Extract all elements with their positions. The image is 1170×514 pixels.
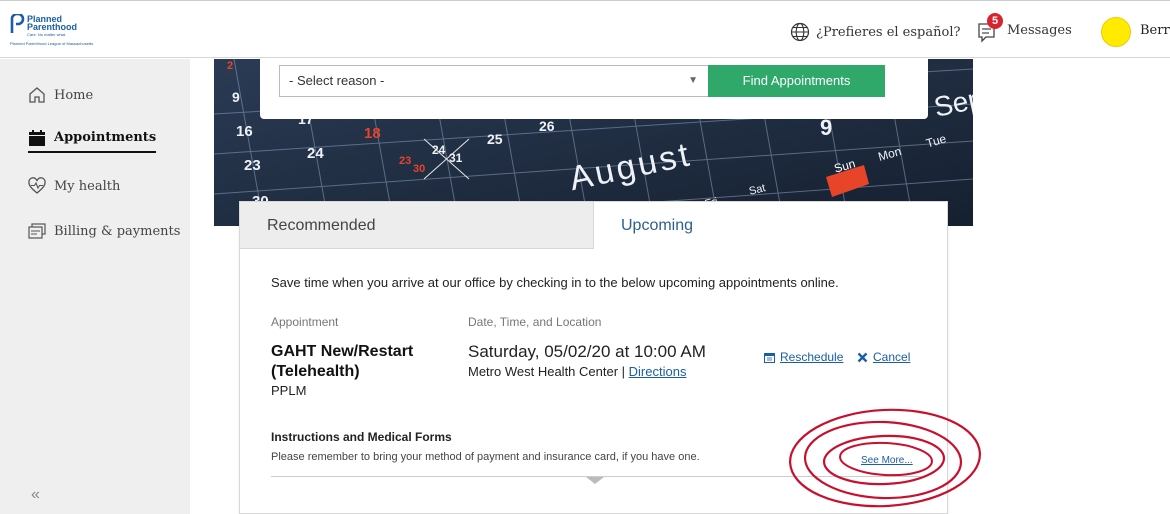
see-more-link[interactable]: See More... — [861, 455, 913, 466]
messages-link[interactable]: 5 Messages — [977, 13, 1072, 45]
hero-number: 31 — [449, 151, 463, 165]
hero-number: 24 — [307, 145, 324, 162]
sidebar-item-label: Billing & payments — [54, 223, 181, 239]
location-separator: | — [618, 364, 629, 379]
avatar[interactable] — [1101, 17, 1131, 47]
language-switch-label: ¿Prefieres el español? — [816, 24, 961, 40]
appointment-org: PPLM — [271, 383, 307, 398]
logo-line-2: Parenthood — [27, 22, 78, 32]
hero-number: 18 — [364, 125, 381, 142]
expand-caret-icon[interactable] — [586, 477, 604, 484]
hero-number: 16 — [236, 123, 253, 140]
hero-number: 9 — [232, 89, 240, 105]
find-appointments-button[interactable]: Find Appointments — [708, 65, 885, 97]
column-header-appointment: Appointment — [271, 315, 339, 329]
hero-number: 24 — [432, 143, 446, 157]
cancel-label: Cancel — [873, 350, 911, 364]
reschedule-link[interactable]: Reschedule — [764, 350, 843, 364]
top-header: Planned Parenthood Care. No matter what.… — [0, 0, 1170, 58]
hero-number: 26 — [539, 118, 555, 134]
sidebar-item-appointments[interactable]: Appointments — [28, 127, 157, 153]
checkin-intro-text: Save time when you arrive at our office … — [271, 275, 839, 290]
sidebar-item-home[interactable]: Home — [28, 82, 93, 108]
hero-number: 30 — [413, 163, 426, 175]
hero-number: 2 — [227, 60, 234, 72]
sidebar-item-my-health[interactable]: My health — [28, 173, 120, 199]
logo-mark-icon — [10, 14, 25, 33]
sidebar-item-label: My health — [54, 178, 121, 194]
tab-upcoming[interactable]: Upcoming — [594, 202, 947, 249]
sidebar-item-label: Appointments — [54, 130, 157, 145]
logo-tagline: Care. No matter what. — [27, 32, 67, 37]
messages-icon: 5 — [977, 13, 1003, 43]
messages-count-badge: 5 — [987, 13, 1003, 29]
hero-number: 23 — [399, 155, 412, 167]
planned-parenthood-logo[interactable]: Planned Parenthood Care. No matter what.… — [10, 14, 122, 50]
appointment-location: Metro West Health Center | Directions — [468, 364, 686, 379]
sidebar-collapse-button[interactable]: « — [31, 486, 40, 504]
appointment-datetime: Saturday, 05/02/20 at 10:00 AM — [468, 342, 706, 361]
globe-icon — [790, 22, 810, 42]
home-icon — [29, 87, 45, 103]
column-header-datetime: Date, Time, and Location — [468, 315, 602, 329]
billing-icon — [28, 223, 46, 239]
calendar-icon — [29, 129, 45, 146]
hero-number: 25 — [487, 131, 503, 147]
forms-text: Please remember to bring your method of … — [271, 451, 700, 463]
reason-select-value: - Select reason - — [289, 73, 385, 88]
messages-label: Messages — [1007, 22, 1072, 38]
heart-pulse-icon — [28, 177, 46, 194]
cancel-link[interactable]: Cancel — [857, 350, 910, 364]
reason-select[interactable]: - Select reason - ▼ — [279, 65, 709, 97]
reschedule-label: Reschedule — [780, 350, 844, 364]
logo-affiliate: Planned Parenthood League of Massachuset… — [10, 41, 94, 46]
forms-heading: Instructions and Medical Forms — [271, 430, 452, 444]
dropdown-arrow-icon: ▼ — [688, 75, 698, 86]
directions-link[interactable]: Directions — [629, 364, 687, 379]
location-name: Metro West Health Center — [468, 364, 619, 379]
appointment-name: GAHT New/Restart (Telehealth) — [271, 343, 414, 380]
sidebar-item-billing[interactable]: Billing & payments — [28, 218, 180, 244]
calendar-small-icon — [764, 352, 775, 363]
user-name[interactable]: Berry — [1140, 23, 1170, 38]
hero-number: 23 — [244, 157, 261, 174]
tab-recommended[interactable]: Recommended — [240, 202, 594, 249]
language-switch-link[interactable]: ¿Prefieres el español? — [790, 21, 960, 43]
close-icon — [857, 352, 868, 362]
sidebar-item-label: Home — [54, 87, 94, 103]
